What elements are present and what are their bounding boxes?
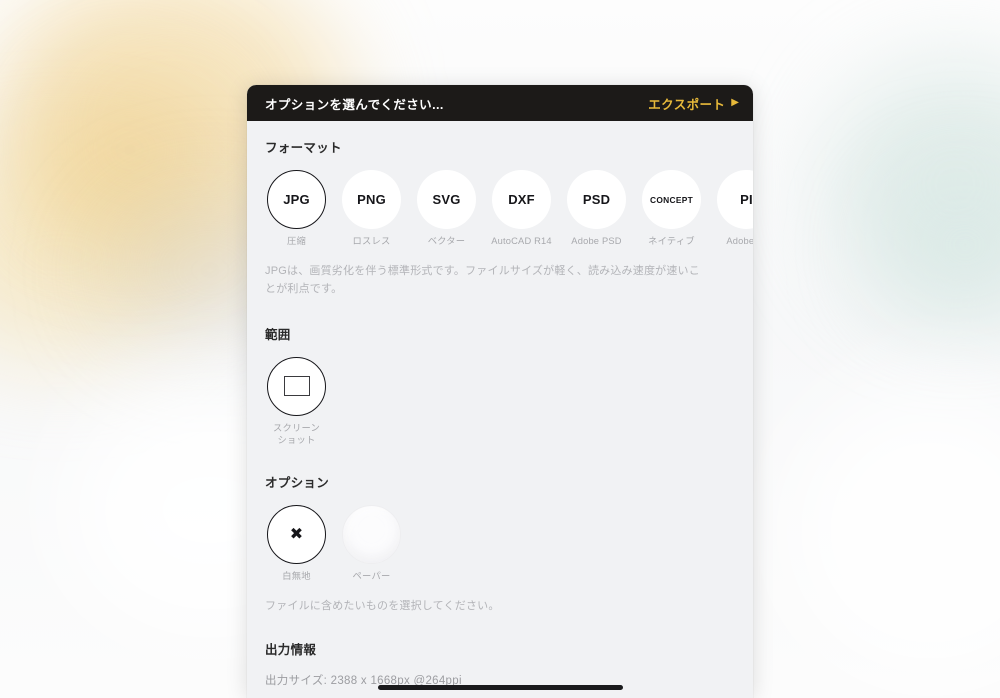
output-info-title: 出力情報 xyxy=(265,642,317,657)
format-label-pdf: PI xyxy=(740,192,753,207)
format-label-psd: PSD xyxy=(582,192,611,207)
export-options-panel: オプションを選んでください... エクスポート ▶ フォーマット JPG 圧縮 … xyxy=(247,85,753,698)
page-title: オプションを選んでください... xyxy=(265,97,444,112)
format-circle-png[interactable]: PNG xyxy=(342,170,401,229)
options-option-paper[interactable]: ペーパー xyxy=(340,505,403,583)
range-option-screenshot[interactable]: スクリーン ショット xyxy=(265,356,328,446)
format-option-pdf[interactable]: PI Adobe 拡 xyxy=(715,170,753,248)
range-section-title: 範囲 xyxy=(265,327,291,342)
format-circle-jpg[interactable]: JPG xyxy=(267,170,326,229)
format-label-png: PNG xyxy=(357,192,386,207)
format-option-row: JPG 圧縮 PNG ロスレス SVG ベクター DXF AutoCAD R14… xyxy=(247,170,753,248)
panel-header: オプションを選んでください... エクスポート ▶ xyxy=(247,85,753,121)
x-icon: ✖ xyxy=(289,525,304,543)
format-option-dxf[interactable]: DXF AutoCAD R14 xyxy=(490,170,553,248)
options-caption-plain-white: 白無地 xyxy=(282,571,311,582)
format-section-title: フォーマット xyxy=(265,141,342,155)
options-caption-paper: ペーパー xyxy=(352,571,391,582)
format-label-concept: CONCEPT xyxy=(649,194,694,205)
format-option-svg[interactable]: SVG ベクター xyxy=(415,170,478,248)
home-indicator[interactable] xyxy=(377,685,623,690)
options-section-title: オプション xyxy=(265,476,330,491)
format-circle-pdf[interactable]: PI xyxy=(717,170,753,229)
format-description: JPGは、画質劣化を伴う標準形式です。ファイルサイズが軽く、読み込み速度が速いこ… xyxy=(265,264,700,295)
rectangle-icon xyxy=(283,376,310,397)
format-circle-dxf[interactable]: DXF xyxy=(492,170,551,229)
format-caption-concept: ネイティブ xyxy=(648,236,695,246)
format-caption-svg: ベクター xyxy=(427,236,466,246)
format-option-psd[interactable]: PSD Adobe PSD xyxy=(565,170,628,248)
format-circle-svg[interactable]: SVG xyxy=(417,170,476,229)
range-section: 範囲 スクリーン ショット xyxy=(247,324,753,446)
format-caption-psd: Adobe PSD xyxy=(571,236,622,246)
format-caption-png: ロスレス xyxy=(352,236,391,246)
options-circle-plain-white[interactable]: ✖ xyxy=(267,505,326,565)
format-section: フォーマット JPG 圧縮 PNG ロスレス SVG ベクター DXF Auto… xyxy=(247,137,753,298)
format-label-svg: SVG xyxy=(432,192,461,207)
export-button-label: エクスポート xyxy=(648,97,726,112)
panel-body: フォーマット JPG 圧縮 PNG ロスレス SVG ベクター DXF Auto… xyxy=(247,121,753,698)
range-circle-screenshot[interactable] xyxy=(267,356,326,416)
options-option-row: ✖ 白無地 ペーパー xyxy=(247,505,753,583)
format-caption-jpg: 圧縮 xyxy=(287,236,306,246)
format-option-png[interactable]: PNG ロスレス xyxy=(340,170,403,248)
format-label-dxf: DXF xyxy=(508,192,535,207)
format-circle-concept[interactable]: CONCEPT xyxy=(642,170,701,229)
options-section: オプション ✖ 白無地 ペーパー ファイルに含めたいものを選択してください。 xyxy=(247,472,753,615)
home-indicator-wrap xyxy=(247,685,753,690)
options-circle-paper[interactable] xyxy=(342,505,401,565)
background-blur-shape xyxy=(780,380,1000,680)
options-hint: ファイルに含めたいものを選択してください。 xyxy=(265,599,500,612)
output-info-section: 出力情報 出力サイズ: 2388 x 1668px @264ppi xyxy=(247,639,753,688)
format-caption-pdf: Adobe 拡 xyxy=(726,236,753,246)
format-label-jpg: JPG xyxy=(283,192,310,207)
play-arrow-icon: ▶ xyxy=(731,97,739,108)
format-circle-psd[interactable]: PSD xyxy=(567,170,626,229)
format-option-jpg[interactable]: JPG 圧縮 xyxy=(265,170,328,248)
format-option-concept[interactable]: CONCEPT ネイティブ xyxy=(640,170,703,248)
format-caption-dxf: AutoCAD R14 xyxy=(491,236,552,246)
options-option-plain-white[interactable]: ✖ 白無地 xyxy=(265,505,328,583)
range-option-row: スクリーン ショット xyxy=(247,356,753,446)
range-caption-screenshot: スクリーン ショット xyxy=(272,422,321,445)
export-button[interactable]: エクスポート ▶ xyxy=(648,94,739,113)
